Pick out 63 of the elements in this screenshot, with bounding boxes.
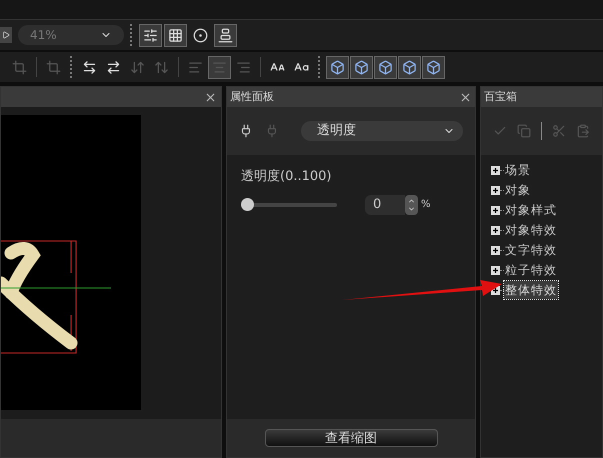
grip-handle[interactable] [130,24,133,46]
sort-icon [154,60,169,74]
plus-icon [492,226,499,234]
align-right-icon [236,60,251,74]
slider-thumb[interactable] [241,198,254,210]
cube-icon [378,60,393,74]
toolbar-button[interactable] [326,56,349,78]
tree-item[interactable]: 粒子特效 [504,261,558,279]
plus-icon [492,246,499,254]
toolbar-button[interactable] [422,56,445,78]
close-icon[interactable] [459,90,472,104]
plus-icon [492,166,499,174]
ball-icon [193,28,208,42]
expand-toggle[interactable] [491,206,500,214]
toolbar-button[interactable] [374,56,397,78]
play-icon [2,31,10,39]
cube-icon [354,60,369,74]
close-icon[interactable] [204,90,217,104]
view-thumbnail-button[interactable]: 查看缩图 [264,429,438,447]
tree-item[interactable]: 文字特效 [504,241,558,259]
opacity-label: 透明度(0..100) [241,168,332,186]
panel-title: 属性面板 [230,88,274,105]
toolbar-button[interactable] [164,24,187,46]
arrows-icon [106,60,121,74]
grip-handle[interactable] [70,56,73,78]
align-bottom-icon [218,28,233,42]
unit-label: % [421,198,431,212]
panel-title: 百宝箱 [484,88,517,105]
cube-icon [426,60,441,74]
number-field[interactable]: 0 [365,194,405,214]
tree-item[interactable]: 对象样式 [504,201,558,219]
sliders-icon [143,28,158,42]
align-center-icon [212,60,227,74]
tree-item[interactable]: 对象特效 [504,221,558,239]
cube-icon [402,60,417,74]
expand-toggle[interactable] [491,186,500,194]
tree-item[interactable]: 对象 [504,181,532,199]
cube-icon [330,60,345,74]
expand-toggle[interactable] [491,226,500,234]
crop-icon [12,60,27,74]
sort-icon [130,60,145,74]
arrows-icon [82,60,97,74]
toolbar-button[interactable] [139,24,162,46]
plus-icon [492,186,499,194]
expand-toggle[interactable] [491,166,500,174]
spinner-button[interactable] [405,194,418,214]
grip-handle[interactable] [318,56,321,78]
toolbar-button[interactable] [214,24,237,46]
plus-icon [492,266,499,274]
expand-toggle[interactable] [491,246,500,254]
plus-icon [492,286,499,294]
play-button[interactable] [0,27,12,43]
align-left-icon [188,60,203,74]
plus-icon [492,206,499,214]
crop-icon [46,60,61,74]
toolbar-button[interactable] [350,56,373,78]
toolbar-button[interactable] [398,56,421,78]
tree-item[interactable]: 整体特效 [504,281,558,299]
plug-icon[interactable] [239,124,253,138]
grid-icon [168,28,183,42]
property-dropdown[interactable]: 透明度 [300,121,464,141]
tree-item[interactable]: 场景 [504,161,532,179]
expand-toggle[interactable] [491,266,500,274]
